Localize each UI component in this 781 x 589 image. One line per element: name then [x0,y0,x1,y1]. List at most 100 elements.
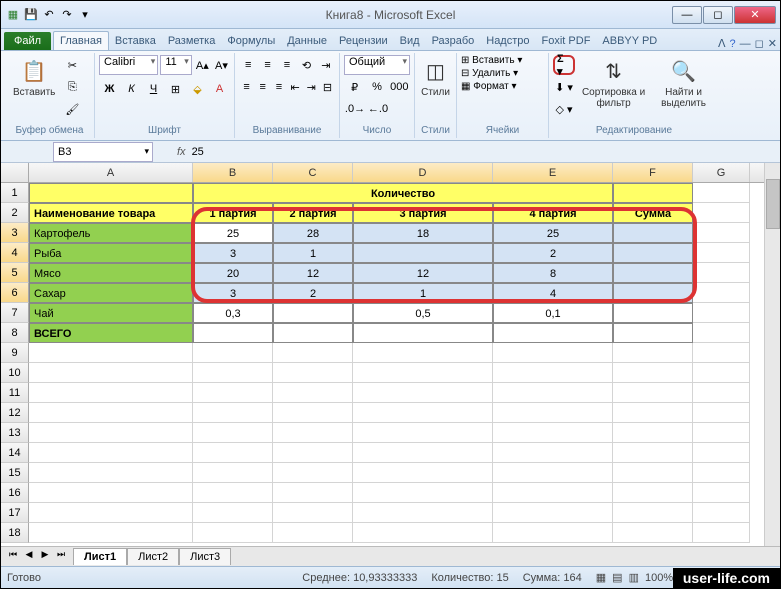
cell[interactable] [693,383,750,403]
number-format-combo[interactable]: Общий [344,55,410,75]
cell[interactable] [693,503,750,523]
view-layout-icon[interactable]: ▤ [612,571,622,584]
currency-icon[interactable]: ₽ [344,77,365,97]
cell[interactable]: Чай [29,303,193,323]
cell[interactable] [193,523,273,543]
italic-button[interactable]: К [121,79,142,99]
cell[interactable] [613,363,693,383]
cell[interactable] [273,423,353,443]
align-top-icon[interactable]: ≡ [239,55,257,75]
cell[interactable]: 25 [493,223,613,243]
col-header-e[interactable]: E [493,163,613,182]
col-header-f[interactable]: F [613,163,693,182]
tab-review[interactable]: Рецензии [333,32,394,50]
merge-icon[interactable]: ⊟ [320,77,335,97]
cell[interactable] [353,243,493,263]
sheet-nav-last[interactable]: ⏭ [53,549,69,565]
row-header[interactable]: 13 [1,423,29,443]
cell[interactable] [493,443,613,463]
percent-icon[interactable]: % [366,77,387,97]
cell[interactable] [613,383,693,403]
cell[interactable] [193,343,273,363]
row-header[interactable]: 10 [1,363,29,383]
row-header[interactable]: 5 [1,263,29,283]
cell[interactable] [193,423,273,443]
row-header[interactable]: 6 [1,283,29,303]
cell[interactable]: 3 партия [353,203,493,223]
cell[interactable] [273,483,353,503]
cell[interactable] [613,503,693,523]
cell[interactable] [493,383,613,403]
vertical-scrollbar[interactable] [764,163,780,551]
cell[interactable] [273,403,353,423]
cell[interactable] [353,343,493,363]
align-center-icon[interactable]: ≡ [255,77,270,97]
cell[interactable]: 0,3 [193,303,273,323]
col-header-g[interactable]: G [693,163,750,182]
cell[interactable] [693,523,750,543]
cell[interactable] [693,203,750,223]
cell[interactable]: 12 [273,263,353,283]
cell[interactable]: 2 [493,243,613,263]
cell[interactable]: 4 [493,283,613,303]
undo-icon[interactable]: ↶ [41,7,57,23]
cell[interactable] [193,403,273,423]
cell[interactable] [613,283,693,303]
select-all-corner[interactable] [1,163,29,182]
cell[interactable] [29,343,193,363]
cell[interactable] [29,423,193,443]
cell[interactable]: 1 партия [193,203,273,223]
increase-indent-icon[interactable]: ⇥ [304,77,319,97]
row-header[interactable]: 7 [1,303,29,323]
cell[interactable] [353,323,493,343]
cell[interactable] [613,523,693,543]
name-box[interactable]: B3 [53,142,153,162]
cell[interactable] [273,363,353,383]
cell[interactable] [29,463,193,483]
sheet-tab-1[interactable]: Лист1 [73,548,127,565]
cell[interactable] [693,243,750,263]
cell[interactable] [613,223,693,243]
cell[interactable] [613,323,693,343]
col-header-b[interactable]: B [193,163,273,182]
cell[interactable] [29,503,193,523]
row-header[interactable]: 2 [1,203,29,223]
cell[interactable] [273,323,353,343]
cell[interactable] [493,463,613,483]
cell[interactable]: Сумма [613,203,693,223]
tab-data[interactable]: Данные [281,32,333,50]
cell[interactable] [693,463,750,483]
cut-icon[interactable]: ✂ [61,55,83,75]
cell[interactable]: 0,5 [353,303,493,323]
cell[interactable] [693,323,750,343]
increase-decimal-icon[interactable]: .0→ [344,99,366,119]
cell[interactable]: 3 [193,283,273,303]
cell[interactable] [613,243,693,263]
cell[interactable] [693,423,750,443]
row-header[interactable]: 4 [1,243,29,263]
decrease-decimal-icon[interactable]: ←.0 [367,99,389,119]
cell[interactable] [613,343,693,363]
cell[interactable] [29,383,193,403]
cell[interactable]: 20 [193,263,273,283]
cell[interactable] [693,223,750,243]
cell[interactable]: Картофель [29,223,193,243]
cell[interactable] [493,343,613,363]
font-size-combo[interactable]: 11 [160,55,191,75]
cell[interactable] [273,523,353,543]
tab-formulas[interactable]: Формулы [221,32,281,50]
cell[interactable] [273,463,353,483]
cell[interactable] [693,283,750,303]
find-select-button[interactable]: 🔍 Найти и выделить [652,55,715,111]
cell[interactable] [353,403,493,423]
sheet-nav-first[interactable]: ⏮ [5,549,21,565]
cell-quantity-header[interactable]: Количество [193,183,613,203]
cell[interactable] [613,443,693,463]
cell[interactable] [693,263,750,283]
border-button[interactable]: ⊞ [165,79,186,99]
cell[interactable] [493,323,613,343]
cell[interactable]: 4 партия [493,203,613,223]
cell[interactable] [493,523,613,543]
doc-close-icon[interactable]: ✕ [768,37,777,50]
cell[interactable] [193,363,273,383]
